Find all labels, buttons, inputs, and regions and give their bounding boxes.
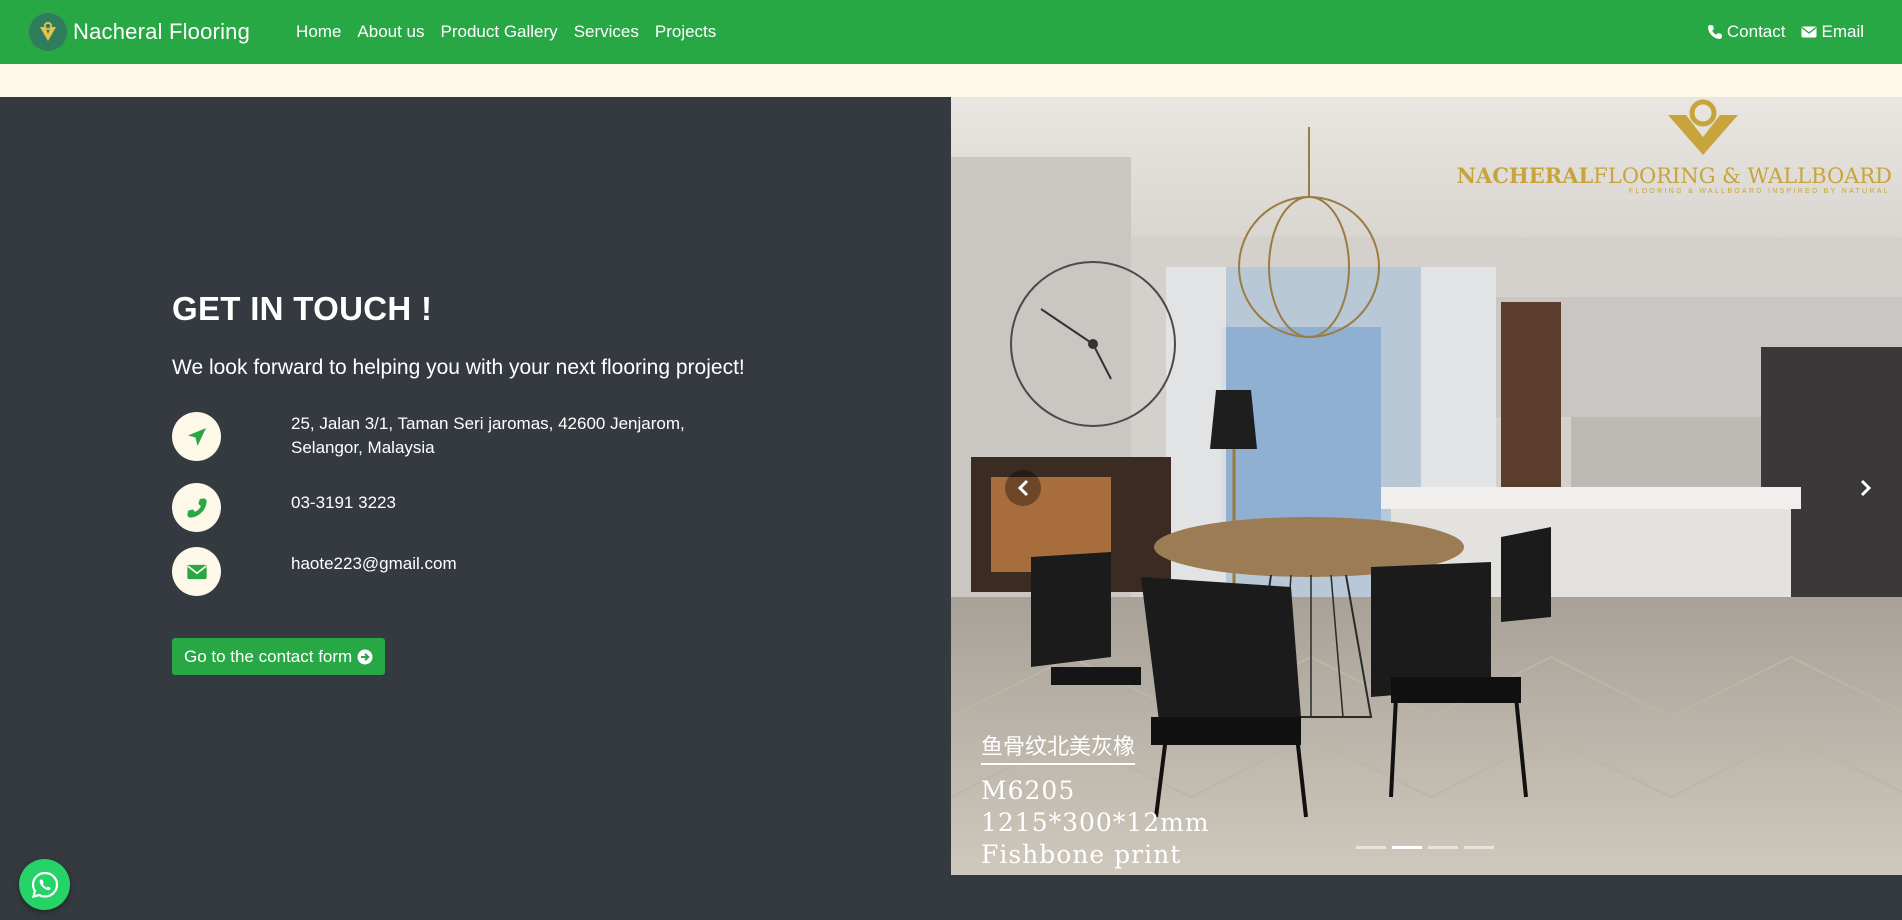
watermark-brand-bold: NACHERAL [1456,163,1594,188]
nav-links: Home About us Product Gallery Services P… [296,22,732,42]
brand-link[interactable]: Nacheral Flooring [29,13,250,51]
address-line-2: Selangor, Malaysia [291,438,435,457]
chevron-right-icon [1860,479,1872,497]
whatsapp-icon [31,871,58,898]
carousel-indicator-1[interactable] [1356,846,1386,849]
phone-icon [1707,25,1722,39]
carousel-indicator-3[interactable] [1428,846,1458,849]
nav-right: Contact Email [1691,22,1864,42]
whatsapp-button[interactable] [19,859,70,910]
phone-icon [172,483,221,532]
watermark-logo-icon [1668,99,1738,155]
carousel-indicator-4[interactable] [1464,846,1494,849]
leaf-logo-icon [29,13,67,51]
caption-product-code: M6205 [981,776,1076,805]
nav-email-label: Email [1821,22,1864,41]
image-carousel: NACHERALFLOORING & WALLBOARD FLOORING & … [951,97,1902,875]
address-line-1: 25, Jalan 3/1, Taman Seri jaromas, 42600… [291,414,685,433]
caption-pattern: Fishbone print [981,840,1182,869]
carousel-indicators [1356,846,1500,849]
contact-heading: GET IN TOUCH ! [172,290,433,327]
location-arrow-icon [172,412,221,461]
nav-product-gallery[interactable]: Product Gallery [441,22,558,42]
address-text: 25, Jalan 3/1, Taman Seri jaromas, 42600… [291,412,685,460]
top-navbar: Nacheral Flooring Home About us Product … [0,0,1902,64]
contact-subtitle: We look forward to helping you with your… [172,356,745,379]
watermark-brand: NACHERALFLOORING & WALLBOARD [1457,163,1892,188]
cream-divider-strip [0,64,1902,97]
arrow-circle-right-icon [357,649,373,664]
nav-about-us[interactable]: About us [357,22,424,42]
carousel-prev-button[interactable] [1005,470,1041,506]
envelope-icon [172,547,221,596]
carousel-indicator-2[interactable] [1392,846,1422,849]
chevron-left-icon [1017,479,1029,497]
nav-services[interactable]: Services [574,22,639,42]
email-row: haote223@gmail.com [172,547,872,596]
watermark-tagline: FLOORING & WALLBOARD INSPIRED BY NATURAL [1628,188,1890,195]
caption-chinese-name: 鱼骨纹北美灰橡 [981,729,1136,765]
nav-projects[interactable]: Projects [655,22,716,42]
brand-name: Nacheral Flooring [73,19,251,44]
contact-form-button[interactable]: Go to the contact form [172,638,386,675]
carousel-next-button[interactable] [1848,470,1884,506]
phone-text: 03-3191 3223 [291,493,396,512]
envelope-icon [1801,26,1817,38]
email-text: haote223@gmail.com [291,554,457,573]
nav-email[interactable]: Email [1801,22,1864,42]
phone-row: 03-3191 3223 [172,483,872,532]
slide-caption: 鱼骨纹北美灰橡 M6205 1215*300*12mm Fishbone pri… [981,729,1210,871]
nav-contact[interactable]: Contact [1707,22,1786,42]
caption-dimensions: 1215*300*12mm [981,808,1210,837]
nav-home[interactable]: Home [296,22,341,42]
nav-contact-label: Contact [1726,22,1786,41]
address-row: 25, Jalan 3/1, Taman Seri jaromas, 42600… [172,412,872,461]
contact-section: GET IN TOUCH ! We look forward to helpin… [172,290,872,675]
watermark-brand-rest: FLOORING & WALLBOARD [1593,164,1892,188]
contact-form-button-label: Go to the contact form [184,646,353,666]
